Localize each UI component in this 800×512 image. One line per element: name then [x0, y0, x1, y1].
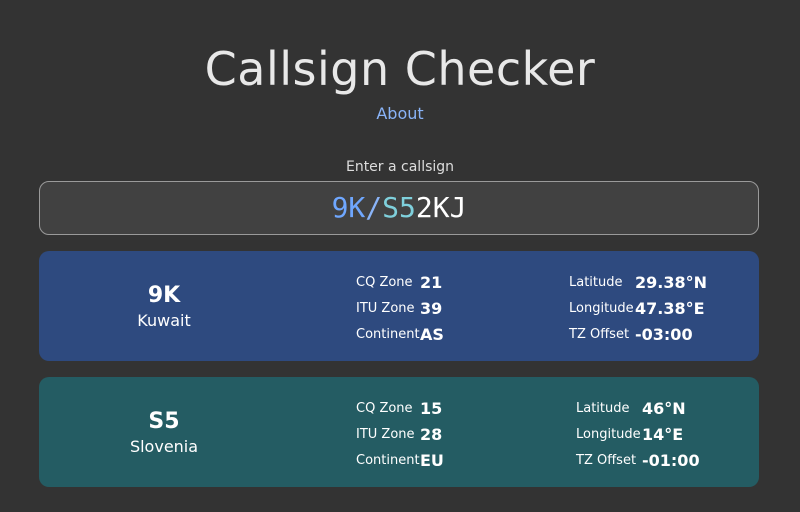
tz-offset-row: TZ Offset -01:00: [576, 447, 700, 473]
longitude-value: 14°E: [642, 424, 684, 444]
page-title: Callsign Checker: [204, 42, 596, 96]
latitude-row: Latitude 29.38°N: [569, 269, 707, 295]
callsign-segment-prefix-2: S5: [382, 191, 416, 224]
longitude-label: Longitude: [569, 300, 634, 316]
latitude-label: Latitude: [569, 274, 623, 290]
itu-zone-label: ITU Zone: [356, 426, 415, 442]
latitude-label: Latitude: [576, 400, 630, 416]
entity-country: Slovenia: [129, 436, 199, 456]
itu-zone-row: ITU Zone 39: [356, 295, 444, 321]
location-info: Latitude 46°N Longitude 14°E TZ Offset -…: [576, 395, 700, 473]
tz-offset-label: TZ Offset: [576, 452, 637, 468]
cq-zone-value: 15: [420, 398, 443, 418]
itu-zone-value: 28: [420, 424, 443, 444]
entity-block: S5 Slovenia: [39, 377, 289, 487]
continent-row: Continent AS: [356, 321, 444, 347]
longitude-row: Longitude 14°E: [576, 421, 700, 447]
result-card-slovenia: S5 Slovenia CQ Zone 15 ITU Zone 28 Conti…: [39, 377, 759, 487]
longitude-row: Longitude 47.38°E: [569, 295, 707, 321]
entity-country: Kuwait: [137, 310, 191, 330]
entity-block: 9K Kuwait: [39, 251, 289, 361]
longitude-label: Longitude: [576, 426, 641, 442]
callsign-segment-separator: /: [365, 191, 383, 224]
entity-prefix: 9K: [147, 282, 181, 308]
latitude-value: 29.38°N: [635, 272, 707, 292]
itu-zone-value: 39: [420, 298, 443, 318]
cq-zone-label: CQ Zone: [356, 274, 413, 290]
tz-offset-label: TZ Offset: [569, 326, 630, 342]
longitude-value: 47.38°E: [635, 298, 705, 318]
zone-info: CQ Zone 15 ITU Zone 28 Continent EU: [356, 395, 444, 473]
cq-zone-row: CQ Zone 15: [356, 395, 444, 421]
tz-offset-row: TZ Offset -03:00: [569, 321, 707, 347]
about-link[interactable]: About: [0, 104, 800, 124]
tz-offset-value: -03:00: [635, 324, 693, 344]
cq-zone-value: 21: [420, 272, 443, 292]
itu-zone-row: ITU Zone 28: [356, 421, 444, 447]
tz-offset-value: -01:00: [642, 450, 700, 470]
continent-value: EU: [420, 450, 444, 470]
callsign-segment-prefix-1: 9K: [331, 191, 366, 224]
continent-row: Continent EU: [356, 447, 444, 473]
cq-zone-label: CQ Zone: [356, 400, 413, 416]
callsign-segment-rest: 2KJ: [415, 191, 467, 224]
latitude-row: Latitude 46°N: [576, 395, 700, 421]
latitude-value: 46°N: [642, 398, 686, 418]
cq-zone-row: CQ Zone 21: [356, 269, 444, 295]
location-info: Latitude 29.38°N Longitude 47.38°E TZ Of…: [569, 269, 707, 347]
callsign-input[interactable]: 9K / S5 2KJ: [39, 181, 759, 235]
result-card-kuwait: 9K Kuwait CQ Zone 21 ITU Zone 39 Contine…: [39, 251, 759, 361]
itu-zone-label: ITU Zone: [356, 300, 415, 316]
zone-info: CQ Zone 21 ITU Zone 39 Continent AS: [356, 269, 444, 347]
continent-label: Continent: [356, 452, 420, 468]
entity-prefix: S5: [148, 408, 180, 434]
continent-value: AS: [420, 324, 444, 344]
continent-label: Continent: [356, 326, 420, 342]
callsign-prompt-label: Enter a callsign: [345, 159, 455, 175]
